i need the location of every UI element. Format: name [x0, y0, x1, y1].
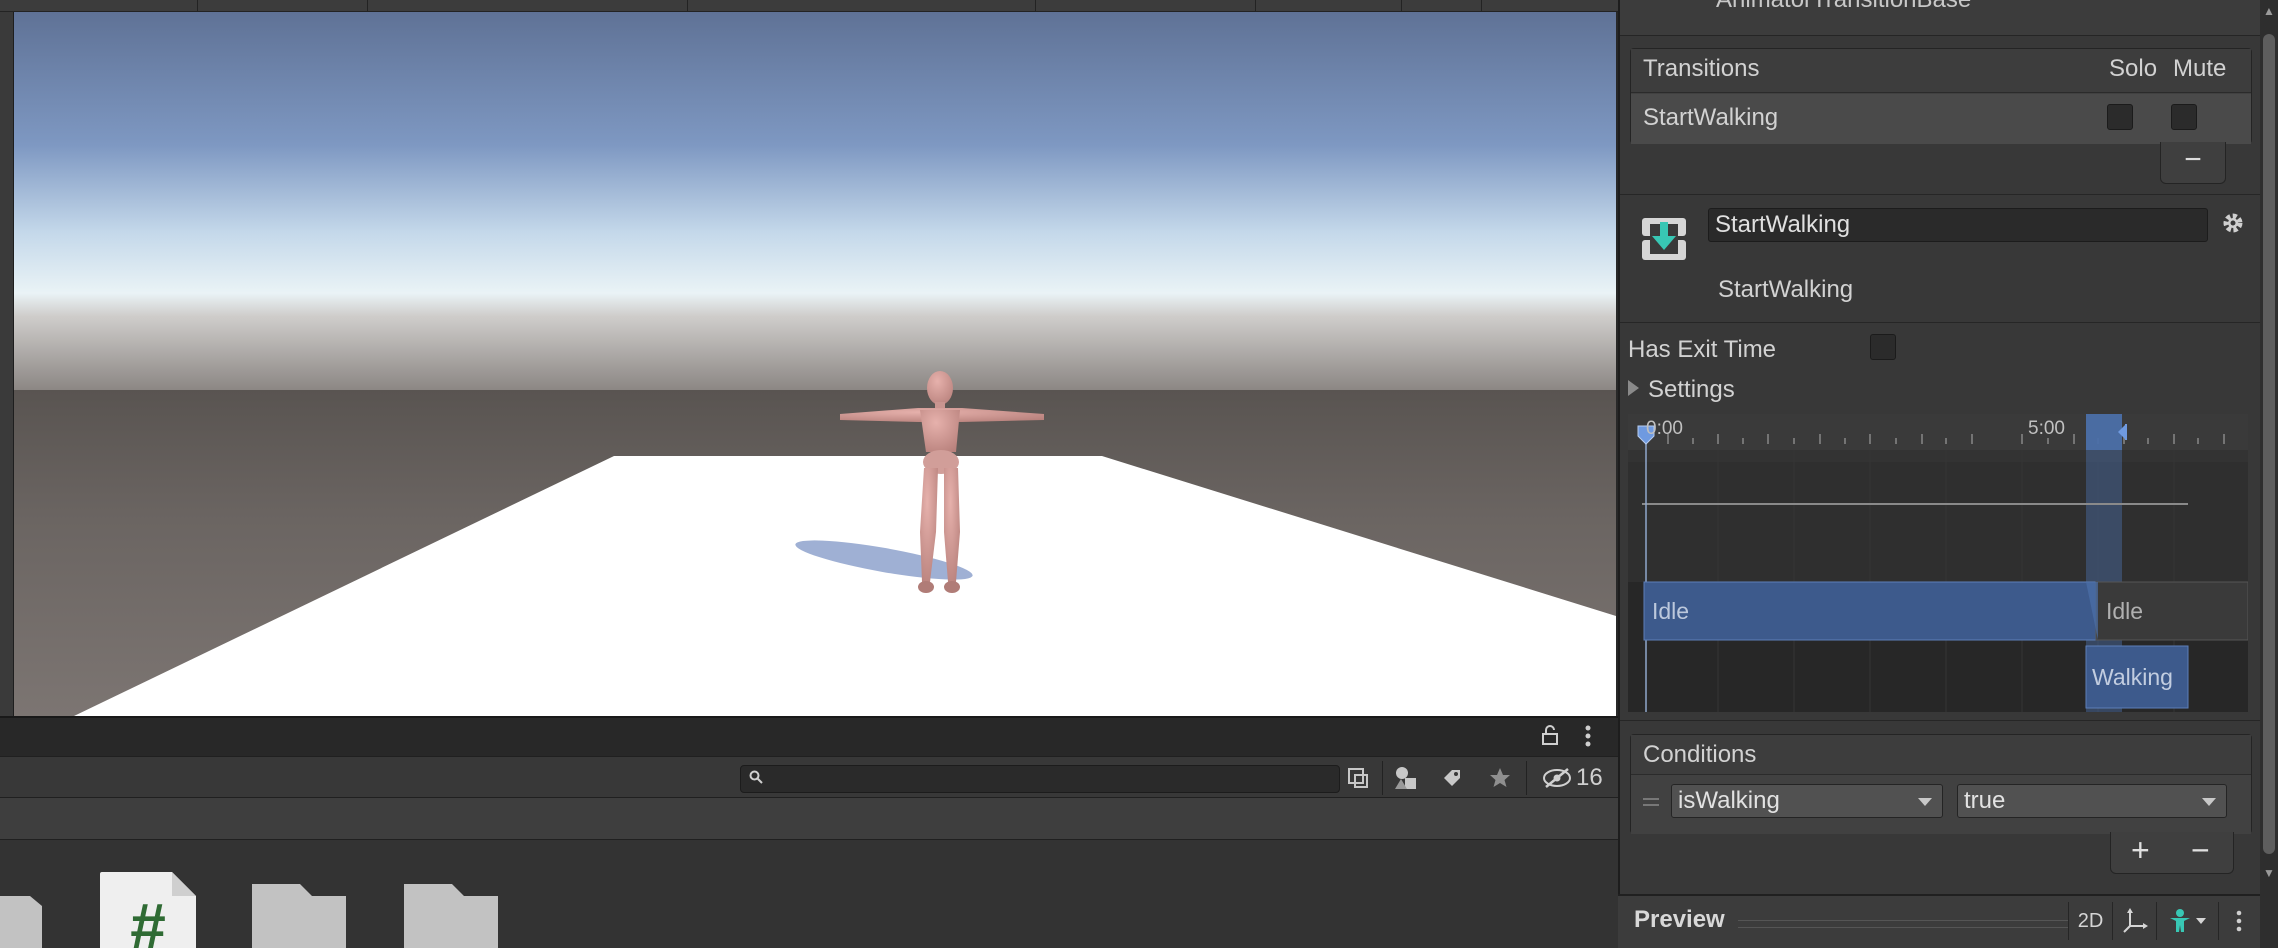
scene-viewport[interactable] — [14, 12, 1616, 716]
project-asset-grid: # — [0, 840, 1618, 948]
condition-value-text: true — [1964, 787, 2006, 814]
transitions-list-header: Transitions Solo Mute — [1631, 49, 2251, 93]
search-by-type-icon[interactable] — [1338, 763, 1378, 793]
folder-icon[interactable] — [0, 896, 42, 948]
project-panel-header — [0, 716, 1618, 756]
transition-timeline[interactable]: 0:00 5:00 Idle Idle Walking — [1628, 414, 2248, 712]
clip-idle-label-2: Idle — [2106, 598, 2144, 624]
solo-checkbox[interactable] — [2107, 104, 2133, 130]
scene-toolbar-segment[interactable] — [1256, 0, 1402, 12]
chevron-down-icon — [1918, 798, 1932, 806]
sky — [14, 12, 1616, 392]
remove-transition-button[interactable]: − — [2160, 142, 2226, 184]
scene-tab-strip — [0, 0, 1618, 12]
avatar-humanoid-icon[interactable] — [2156, 902, 2218, 940]
timeline-tick-mid: 5:00 — [2028, 418, 2065, 439]
condition-parameter-dropdown[interactable]: isWalking — [1671, 784, 1943, 818]
kebab-menu-icon[interactable] — [1584, 724, 1592, 754]
pivot-axis-icon[interactable] — [2112, 902, 2156, 940]
gear-icon[interactable] — [2220, 210, 2246, 236]
clip-idle-source[interactable] — [1643, 581, 2099, 641]
folder-icon[interactable] — [404, 884, 498, 948]
hidden-packages-toggle[interactable]: 16 — [1542, 763, 1603, 793]
transition-row-name: StartWalking — [1643, 104, 1779, 131]
conditions-list: Conditions isWalking true — [1630, 734, 2252, 834]
solo-column-label: Solo — [2109, 55, 2158, 82]
folder-icon[interactable] — [252, 884, 346, 948]
filter-by-label-icon[interactable] — [1432, 763, 1472, 793]
has-exit-time-checkbox[interactable] — [1870, 334, 1896, 360]
preview-2d-button[interactable]: 2D — [2068, 902, 2112, 940]
svg-text:#: # — [130, 890, 166, 948]
mute-column-label: Mute — [2173, 55, 2227, 82]
search-icon — [749, 770, 763, 787]
search-input[interactable] — [740, 765, 1340, 793]
chevron-down-icon — [2202, 798, 2216, 806]
csharp-script-icon[interactable]: # — [100, 872, 196, 948]
scene-toolbar-segment[interactable] — [0, 0, 198, 12]
timeline-tick-start: 0:00 — [1646, 418, 1683, 439]
transition-row[interactable]: StartWalking — [1631, 94, 2251, 144]
scene-toolbar-segment[interactable] — [1036, 0, 1256, 12]
transition-download-icon — [1640, 214, 1688, 264]
kebab-menu-icon[interactable] — [2218, 902, 2258, 940]
scene-toolbar-segment[interactable] — [688, 0, 1036, 12]
project-breadcrumb-bar — [0, 798, 1618, 840]
transition-subtitle: StartWalking — [1718, 276, 1854, 303]
condition-add-remove: + − — [2110, 832, 2234, 874]
remove-condition-button[interactable]: − — [2191, 832, 2210, 869]
settings-foldout[interactable]: Settings — [1628, 374, 1828, 404]
scroll-up-icon[interactable]: ▲ — [2263, 4, 2275, 18]
scene-view-border — [0, 12, 14, 716]
scene-toolbar-segment[interactable] — [198, 0, 368, 12]
project-toolbar: 16 — [0, 756, 1618, 798]
scene-render — [14, 12, 1616, 716]
drag-handle-icon[interactable] — [1643, 798, 1659, 800]
condition-parameter-value: isWalking — [1678, 787, 1780, 814]
transitions-list: Transitions Solo Mute StartWalking — [1630, 48, 2252, 144]
clip-idle-label: Idle — [1652, 598, 1690, 624]
scene-toolbar-segment[interactable] — [368, 0, 688, 12]
component-title: AnimatorTransitionBase — [1716, 0, 1971, 14]
filter-by-type-icon[interactable] — [1386, 763, 1426, 793]
eye-slash-icon — [1543, 768, 1571, 788]
transition-name-field[interactable]: StartWalking — [1708, 208, 2208, 242]
component-header: AnimatorTransitionBase — [1620, 0, 2260, 36]
mute-checkbox[interactable] — [2171, 104, 2197, 130]
has-exit-time-label: Has Exit Time — [1628, 336, 1777, 363]
conditions-header: Conditions — [1631, 735, 2251, 775]
scrollbar-thumb[interactable] — [2263, 34, 2275, 854]
foldout-arrow-icon — [1628, 380, 1639, 396]
transitions-header-label: Transitions — [1643, 55, 1760, 82]
add-condition-button[interactable]: + — [2131, 832, 2150, 869]
preview-header[interactable]: Preview 2D — [1618, 894, 2260, 948]
hidden-count-value: 16 — [1576, 764, 1603, 791]
scroll-down-icon[interactable]: ▼ — [2263, 866, 2275, 880]
inspector-scrollbar[interactable]: ▲ ▼ — [2260, 0, 2278, 948]
clip-walking-label: Walking — [2092, 664, 2173, 690]
settings-label: Settings — [1648, 376, 1735, 403]
preview-label: Preview — [1634, 906, 1725, 933]
conditions-header-label: Conditions — [1643, 741, 1757, 768]
condition-value-dropdown[interactable]: true — [1957, 784, 2227, 818]
scene-toolbar-segment[interactable] — [1402, 0, 1482, 12]
favorites-star-icon[interactable] — [1480, 763, 1520, 793]
condition-row[interactable]: isWalking true — [1631, 776, 2251, 834]
lock-icon[interactable] — [1540, 724, 1560, 752]
preview-resize-grip[interactable] — [1738, 920, 2068, 928]
